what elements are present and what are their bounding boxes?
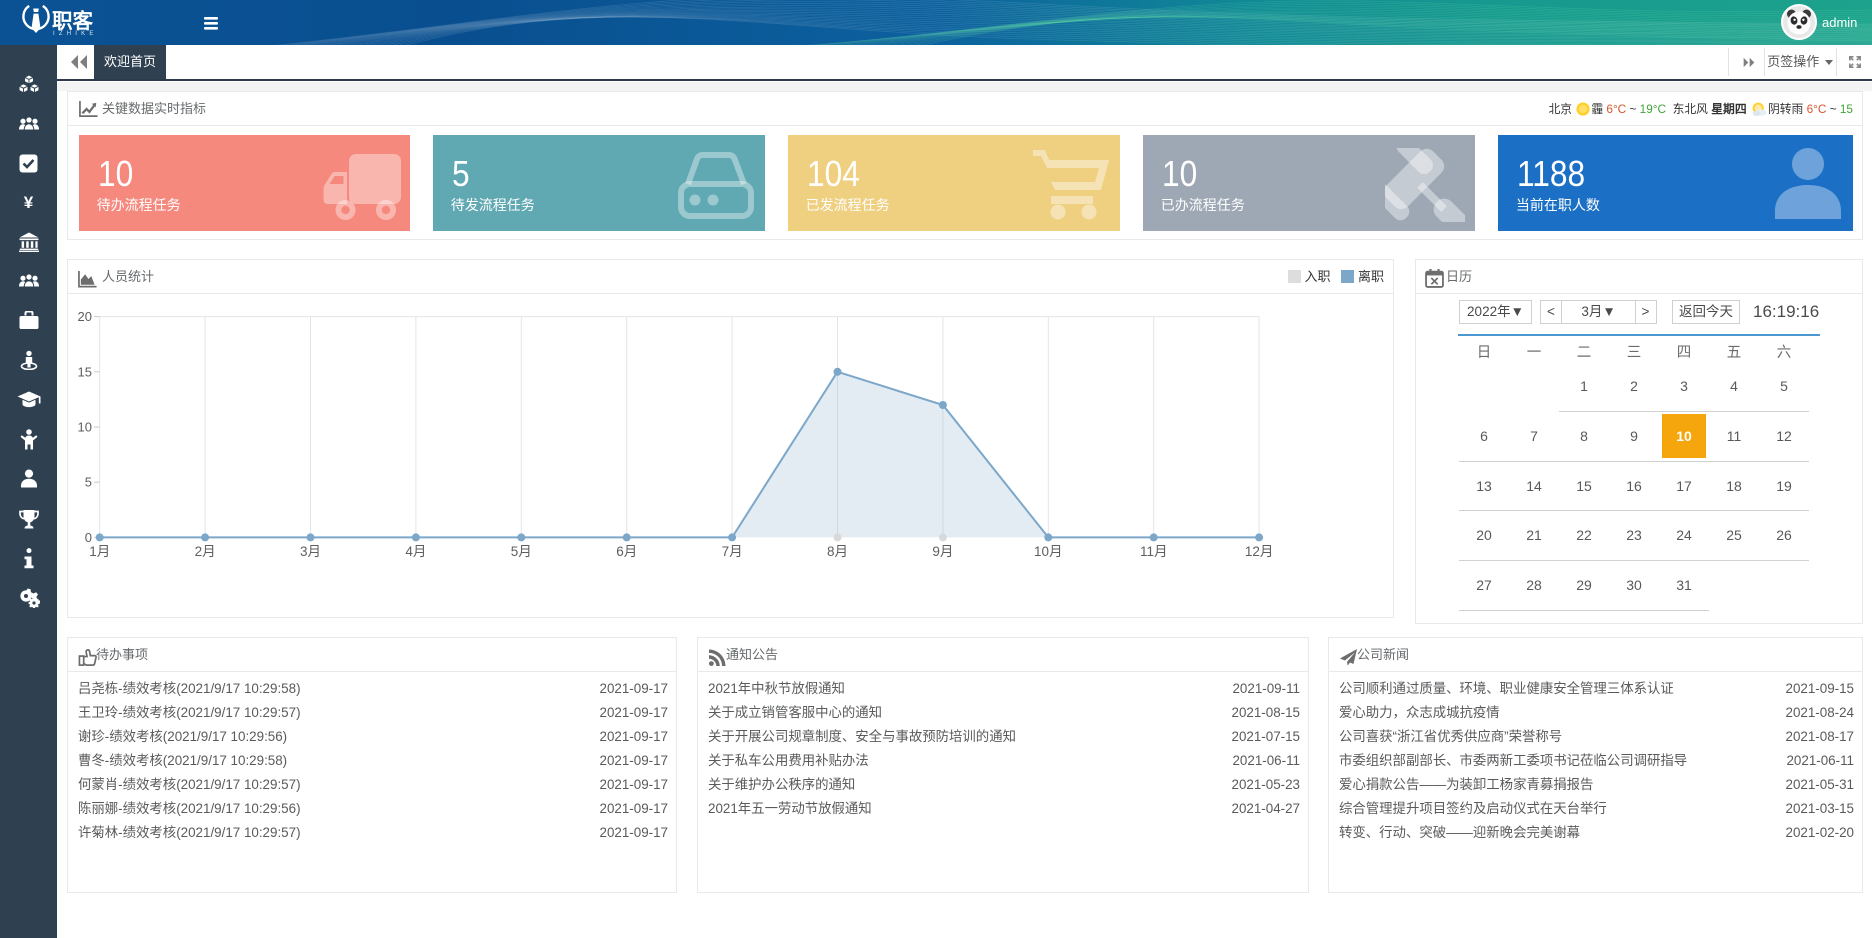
svg-text:11月: 11月 <box>1140 544 1168 559</box>
svg-text:9月: 9月 <box>932 544 953 559</box>
svg-text:4月: 4月 <box>405 544 426 559</box>
svg-text:3月: 3月 <box>300 544 321 559</box>
svg-text:10月: 10月 <box>1034 544 1063 559</box>
svg-text:10: 10 <box>78 420 92 435</box>
svg-text:IZHIKE: IZHIKE <box>53 31 98 37</box>
svg-text:12月: 12月 <box>1245 544 1274 559</box>
svg-text:2月: 2月 <box>195 544 216 559</box>
svg-text:8月: 8月 <box>827 544 848 559</box>
svg-text:1月: 1月 <box>89 544 110 559</box>
svg-text:5月: 5月 <box>511 544 532 559</box>
svg-text:15: 15 <box>78 364 92 379</box>
svg-text:6月: 6月 <box>616 544 637 559</box>
svg-text:7月: 7月 <box>722 544 743 559</box>
svg-text:20: 20 <box>78 309 92 324</box>
svg-text:职客: 职客 <box>52 9 93 33</box>
svg-text:5: 5 <box>85 475 92 490</box>
svg-text:0: 0 <box>85 530 92 545</box>
